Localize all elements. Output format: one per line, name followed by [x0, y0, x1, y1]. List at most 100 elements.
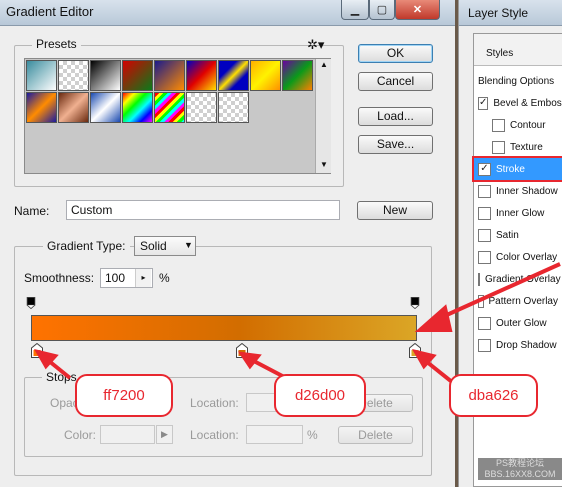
- preset-swatch[interactable]: [186, 92, 217, 123]
- preset-swatch[interactable]: [186, 60, 217, 91]
- presets-swatch-grid: ▲ ▼: [24, 58, 331, 174]
- watermark: PS教程论坛 BBS.16XX8.COM: [478, 458, 562, 480]
- style-item-label: Texture: [510, 141, 543, 153]
- preset-swatch[interactable]: [154, 92, 185, 123]
- color-stop-3[interactable]: [409, 342, 421, 361]
- preset-swatch[interactable]: [58, 60, 89, 91]
- style-item-stroke[interactable]: ✓ Stroke: [472, 156, 562, 182]
- style-item-pattern-overlay[interactable]: Pattern Overlay: [474, 290, 558, 312]
- cancel-button[interactable]: Cancel: [358, 72, 433, 91]
- style-item-label: Contour: [510, 119, 546, 131]
- close-button[interactable]: ✕: [395, 0, 440, 20]
- preset-swatch[interactable]: [122, 60, 153, 91]
- smoothness-label: Smoothness:: [24, 271, 95, 285]
- color-location-label: Location:: [190, 428, 239, 442]
- style-item-label: Stroke: [496, 163, 525, 175]
- layer-style-title-bar[interactable]: Layer Style: [459, 0, 562, 26]
- style-item-label: Inner Shadow: [496, 185, 558, 197]
- style-item-label: Pattern Overlay: [488, 295, 558, 307]
- checkbox[interactable]: [478, 206, 491, 220]
- style-item-inner-shadow[interactable]: Inner Shadow: [474, 180, 558, 202]
- checkbox[interactable]: [478, 250, 491, 264]
- window-title: Gradient Editor: [6, 4, 94, 19]
- scroll-down-icon[interactable]: ▼: [320, 160, 328, 169]
- opacity-location-label: Location:: [190, 396, 239, 410]
- smoothness-slider-toggle-icon[interactable]: ▸: [135, 269, 151, 287]
- checkbox[interactable]: [478, 316, 491, 330]
- color-delete-button[interactable]: Delete: [338, 426, 413, 444]
- layer-style-title: Layer Style: [468, 6, 529, 20]
- style-item-label: Bevel & Emboss: [493, 97, 562, 109]
- preset-swatch[interactable]: [58, 92, 89, 123]
- color-picker-arrow-icon[interactable]: ▶: [156, 425, 173, 444]
- opacity-stop-left[interactable]: [26, 297, 36, 312]
- preset-swatch[interactable]: [26, 92, 57, 123]
- smoothness-value: 100: [105, 271, 126, 285]
- checkbox[interactable]: [478, 272, 480, 286]
- preset-swatch[interactable]: [154, 60, 185, 91]
- style-item-label: Satin: [496, 229, 519, 241]
- checkbox[interactable]: [478, 294, 484, 308]
- style-item-gradient-overlay[interactable]: Gradient Overlay: [474, 268, 561, 290]
- preset-swatch[interactable]: [218, 92, 249, 123]
- style-item-satin[interactable]: Satin: [474, 224, 558, 246]
- preset-swatch[interactable]: [282, 60, 313, 91]
- styles-header: Styles: [486, 48, 514, 59]
- color-location-input[interactable]: [246, 425, 303, 444]
- style-item-label: Inner Glow: [496, 207, 545, 219]
- color-stop-2[interactable]: [236, 342, 248, 361]
- preset-swatch[interactable]: [90, 60, 121, 91]
- smoothness-unit: %: [159, 271, 170, 285]
- style-item-label: Gradient Overlay: [485, 273, 561, 285]
- color-label: Color:: [64, 428, 97, 442]
- style-item-inner-glow[interactable]: Inner Glow: [474, 202, 558, 224]
- style-item-texture[interactable]: Texture: [488, 136, 562, 158]
- preset-swatch[interactable]: [122, 92, 153, 123]
- opacity-stop-right[interactable]: [410, 297, 420, 312]
- checkbox[interactable]: ✓: [478, 96, 489, 110]
- callout-ff7200: ff7200: [75, 374, 173, 417]
- preset-swatch[interactable]: [218, 60, 249, 91]
- smoothness-input[interactable]: 100 ▸: [100, 268, 153, 288]
- styles-header-row[interactable]: Styles: [474, 34, 562, 66]
- save-button[interactable]: Save...: [358, 135, 433, 154]
- checkbox[interactable]: [492, 118, 505, 132]
- callout-dba626: dba626: [449, 374, 538, 417]
- style-item-label: Drop Shadow: [496, 339, 557, 351]
- checkbox[interactable]: [478, 184, 491, 198]
- presets-label: Presets: [32, 37, 81, 51]
- scroll-up-icon[interactable]: ▲: [320, 60, 328, 69]
- style-item-label: Blending Options: [478, 75, 555, 87]
- presets-scrollbar[interactable]: ▲ ▼: [315, 59, 331, 173]
- style-item-blending-options[interactable]: Blending Options: [474, 70, 558, 92]
- style-item-color-overlay[interactable]: Color Overlay: [474, 246, 558, 268]
- ok-button[interactable]: OK: [358, 44, 433, 63]
- checkbox[interactable]: [478, 338, 491, 352]
- preset-swatch[interactable]: [250, 60, 281, 91]
- stop-color-swatch[interactable]: [100, 425, 155, 444]
- preset-swatch[interactable]: [26, 60, 57, 91]
- title-bar[interactable]: Gradient Editor ▁ ▢ ✕: [0, 0, 455, 26]
- name-field[interactable]: Custom: [66, 200, 340, 220]
- gradient-type-select[interactable]: Solid ▼: [134, 236, 196, 256]
- presets-gear-icon[interactable]: ✲▾: [307, 37, 324, 53]
- load-button[interactable]: Load...: [358, 107, 433, 126]
- style-item-label: Color Overlay: [496, 251, 558, 263]
- color-stop-1[interactable]: [31, 342, 43, 361]
- style-item-bevel-emboss[interactable]: ✓ Bevel & Emboss: [474, 92, 562, 114]
- checkbox[interactable]: ✓: [478, 162, 491, 176]
- checkbox[interactable]: [478, 228, 491, 242]
- checkbox[interactable]: [492, 140, 505, 154]
- style-item-drop-shadow[interactable]: Drop Shadow: [474, 334, 558, 356]
- minimize-button[interactable]: ▁: [341, 0, 369, 20]
- gradient-preview-bar[interactable]: [31, 315, 417, 341]
- gradient-type-label: Gradient Type:: [43, 239, 130, 253]
- style-item-label: Outer Glow: [496, 317, 547, 329]
- maximize-button[interactable]: ▢: [369, 0, 395, 20]
- new-button[interactable]: New: [357, 201, 433, 220]
- style-item-outer-glow[interactable]: Outer Glow: [474, 312, 558, 334]
- preset-swatch[interactable]: [90, 92, 121, 123]
- callout-d26d00: d26d00: [274, 374, 366, 417]
- styles-list: Styles Blending Options ✓ Bevel & Emboss Co…: [472, 33, 562, 487]
- style-item-contour[interactable]: Contour: [488, 114, 562, 136]
